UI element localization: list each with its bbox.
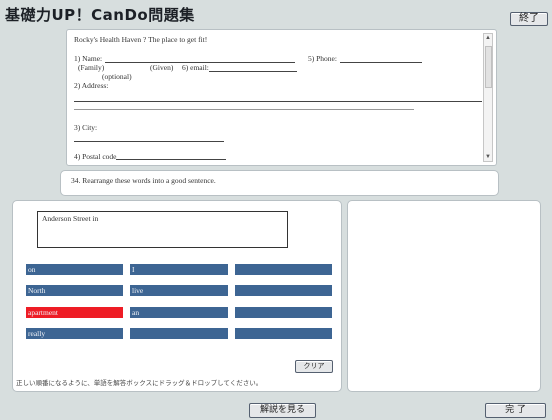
word-tile[interactable]: I xyxy=(130,264,228,275)
email-blank xyxy=(209,71,297,72)
word-tile[interactable] xyxy=(235,285,332,296)
word-tile[interactable]: an xyxy=(130,307,228,318)
question-panel: 34. Rearrange these words into a good se… xyxy=(60,170,499,196)
word-tile[interactable] xyxy=(130,328,228,339)
word-tile[interactable] xyxy=(235,264,332,275)
word-tile[interactable] xyxy=(235,328,332,339)
explanation-panel xyxy=(347,200,541,392)
app-title: 基礎力UP！CanDo問題集 xyxy=(5,6,195,24)
city-label: 3) City: xyxy=(74,123,98,132)
phone-label: 5) Phone: xyxy=(308,54,337,63)
postal-code-label: 4) Postal code xyxy=(74,152,117,161)
reading-passage-panel: Rocky's Health Haven ? The place to get … xyxy=(66,29,497,166)
clear-button[interactable]: クリア xyxy=(295,360,333,373)
scroll-thumb[interactable] xyxy=(485,46,492,88)
question-text: 34. Rearrange these words into a good se… xyxy=(71,176,216,185)
document-scrollbar[interactable]: ▲ ▼ xyxy=(483,33,493,162)
word-tile[interactable]: live xyxy=(130,285,228,296)
name-label: 1) Name: xyxy=(74,54,103,63)
city-blank xyxy=(74,141,224,142)
address-blank-1 xyxy=(74,101,482,102)
family-label: (Family) xyxy=(78,63,105,72)
scroll-up-icon[interactable]: ▲ xyxy=(484,34,492,42)
word-tile[interactable]: North xyxy=(26,285,123,296)
view-explanation-button[interactable]: 解説を見る xyxy=(249,403,316,418)
answer-box[interactable]: Anderson Street in xyxy=(37,211,288,248)
answer-area: Anderson Street in on I North live apart… xyxy=(12,200,342,392)
given-label: (Given) xyxy=(150,63,174,72)
instruction-text: 正しい順番になるように、単語を解答ボックスにドラッグ＆ドロップしてください。 xyxy=(16,379,263,387)
email-label: 6) email: xyxy=(182,63,209,72)
word-tile[interactable]: on xyxy=(26,264,123,275)
word-tile[interactable] xyxy=(235,307,332,318)
word-tile-selected[interactable]: apartment xyxy=(26,307,123,318)
word-tile[interactable]: really xyxy=(26,328,123,339)
scroll-down-icon[interactable]: ▼ xyxy=(484,153,492,161)
optional-label: (optional) xyxy=(102,72,132,81)
answer-text: Anderson Street in xyxy=(42,214,99,223)
document-heading: Rocky's Health Haven ? The place to get … xyxy=(74,35,208,44)
postal-code-blank xyxy=(116,159,226,160)
done-button[interactable]: 完 了 xyxy=(485,403,546,418)
phone-blank xyxy=(340,62,422,63)
address-blank-2 xyxy=(74,109,414,110)
address-label: 2) Address: xyxy=(74,81,109,90)
exit-button[interactable]: 終了 xyxy=(510,12,548,26)
